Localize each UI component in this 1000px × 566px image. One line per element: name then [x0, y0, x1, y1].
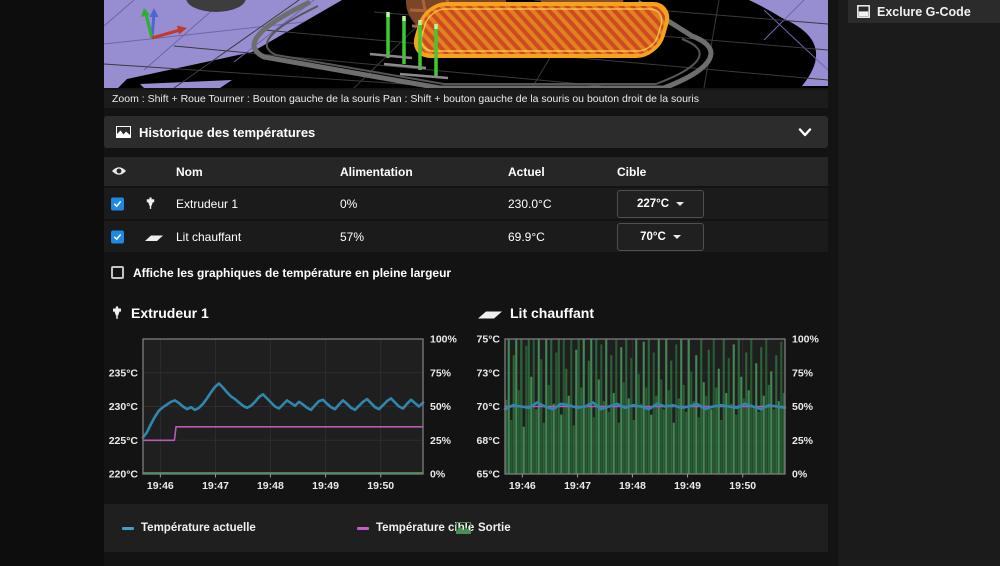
svg-text:50%: 50%: [792, 401, 814, 413]
legend-item-output[interactable]: Sortie: [456, 522, 511, 534]
bed-temp-chart: 65°C 68°C 70°C 73°C 75°C 0% 25% 50% 75% 100% 19:46…: [477, 334, 820, 493]
legend-item-actual[interactable]: Température actuelle: [122, 522, 256, 534]
3d-scene: [104, 0, 828, 88]
svg-text:100%: 100%: [792, 334, 820, 346]
area-chart-icon: [116, 126, 131, 138]
extruder-target-dropdown[interactable]: 227°C: [617, 190, 704, 218]
temp-history-panel-header[interactable]: Historique des températures: [104, 116, 828, 148]
panel-title: Historique des températures: [139, 124, 316, 140]
dropdown-caret-icon: [676, 202, 685, 206]
svg-text:225°C: 225°C: [109, 435, 139, 447]
left-gutter: [0, 0, 104, 566]
svg-text:75%: 75%: [430, 367, 452, 379]
chart-legend: Température actuelle Température cible S…: [104, 504, 828, 552]
exclude-gcode-button[interactable]: Exclure G-Code: [848, 0, 1000, 23]
target-temp-line-swatch: [357, 526, 369, 530]
3d-viewer-canvas[interactable]: [104, 0, 828, 88]
svg-text:235°C: 235°C: [109, 367, 139, 379]
bed-chart-title: Lit chauffant: [477, 305, 594, 321]
heater-power: 0%: [340, 196, 358, 211]
column-header-target: Cible: [617, 164, 647, 179]
svg-text:65°C: 65°C: [477, 469, 501, 481]
heater-actual-temp: 69.9°C: [508, 229, 545, 244]
svg-text:50%: 50%: [430, 401, 452, 413]
legend-label: Sortie: [478, 522, 511, 534]
svg-text:100%: 100%: [430, 334, 458, 346]
svg-text:75°C: 75°C: [477, 334, 501, 346]
svg-text:19:50: 19:50: [367, 480, 394, 492]
fullwidth-graphs-option: Affiche les graphiques de température en…: [111, 264, 451, 281]
visibility-column-eye-icon: [111, 165, 127, 179]
printer-ui-root: Exclure G-Code Zoom: Shift + Roue Tourn…: [0, 0, 1000, 566]
column-header-name: Nom: [176, 164, 203, 179]
legend-label: Température actuelle: [141, 522, 256, 534]
extruder-chart-title: Extrudeur 1: [110, 305, 209, 321]
bed-icon: [144, 232, 164, 242]
svg-text:25%: 25%: [430, 435, 452, 447]
bed-visible-checkbox[interactable]: [111, 230, 124, 243]
print-object-slab: [413, 2, 670, 58]
svg-text:73°C: 73°C: [477, 367, 501, 379]
actual-temp-line-swatch: [122, 526, 134, 530]
chart-title-text: Lit chauffant: [510, 305, 594, 321]
svg-text:19:49: 19:49: [312, 480, 339, 492]
extruder-temp-chart: 220°C 225°C 230°C 235°C 0% 25% 50% 75% 100% 19:46…: [109, 334, 458, 493]
temp-table-header: Nom Alimentation Actuel Cible: [104, 157, 828, 186]
target-temp-value: 227°C: [636, 198, 670, 210]
svg-text:0%: 0%: [430, 469, 446, 481]
extruder-icon: [144, 197, 157, 210]
svg-text:230°C: 230°C: [109, 401, 139, 413]
output-area-icon: [456, 522, 471, 534]
fullwidth-graphs-checkbox[interactable]: [111, 266, 124, 279]
heater-name: Lit chauffant: [176, 229, 242, 244]
svg-text:19:47: 19:47: [202, 480, 229, 492]
dropdown-caret-icon: [672, 235, 681, 239]
svg-text:19:49: 19:49: [674, 480, 701, 492]
svg-text:19:50: 19:50: [729, 480, 756, 492]
extruder-visible-checkbox[interactable]: [111, 197, 124, 210]
right-sidebar: [838, 0, 1000, 566]
svg-text:68°C: 68°C: [477, 435, 501, 447]
svg-text:19:47: 19:47: [564, 480, 591, 492]
table-row-bed: Lit chauffant 57% 69.9°C 70°C: [104, 221, 828, 252]
bed-target-dropdown[interactable]: 70°C: [617, 223, 704, 251]
chevron-down-icon[interactable]: [798, 127, 812, 137]
viewer-hint-text: Zoom : Shift + Roue Tourner : Bouton gau…: [104, 90, 828, 108]
heater-power: 57%: [340, 229, 365, 244]
table-row-extruder: Extrudeur 1 0% 230.0°C 227°C: [104, 188, 828, 219]
svg-text:25%: 25%: [792, 435, 814, 447]
svg-text:0%: 0%: [792, 469, 808, 481]
chart-title-text: Extrudeur 1: [131, 305, 209, 321]
heater-name: Extrudeur 1: [176, 196, 239, 211]
exclude-gcode-label: Exclure G-Code: [877, 4, 971, 19]
column-header-actual: Actuel: [508, 164, 545, 179]
svg-text:19:46: 19:46: [147, 480, 174, 492]
svg-text:19:46: 19:46: [509, 480, 536, 492]
column-header-power: Alimentation: [340, 164, 413, 179]
fullwidth-graphs-label[interactable]: Affiche les graphiques de température en…: [133, 266, 451, 280]
svg-text:220°C: 220°C: [109, 469, 139, 481]
svg-text:19:48: 19:48: [257, 480, 284, 492]
svg-text:75%: 75%: [792, 367, 814, 379]
target-temp-value: 70°C: [640, 231, 666, 243]
svg-text:19:48: 19:48: [619, 480, 646, 492]
bed-icon: [478, 311, 502, 318]
heater-actual-temp: 230.0°C: [508, 196, 552, 211]
svg-text:70°C: 70°C: [477, 401, 501, 413]
exclude-region-icon: [857, 5, 870, 18]
extruder-icon: [113, 306, 121, 319]
